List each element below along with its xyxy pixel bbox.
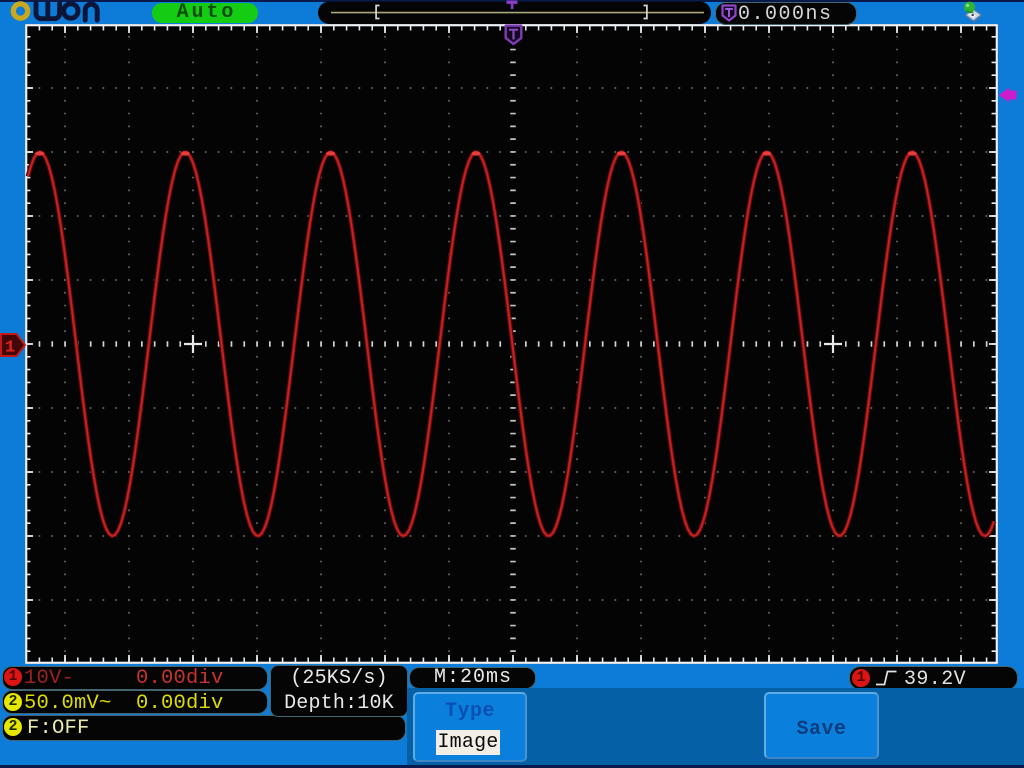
svg-text:1: 1 (5, 339, 15, 358)
